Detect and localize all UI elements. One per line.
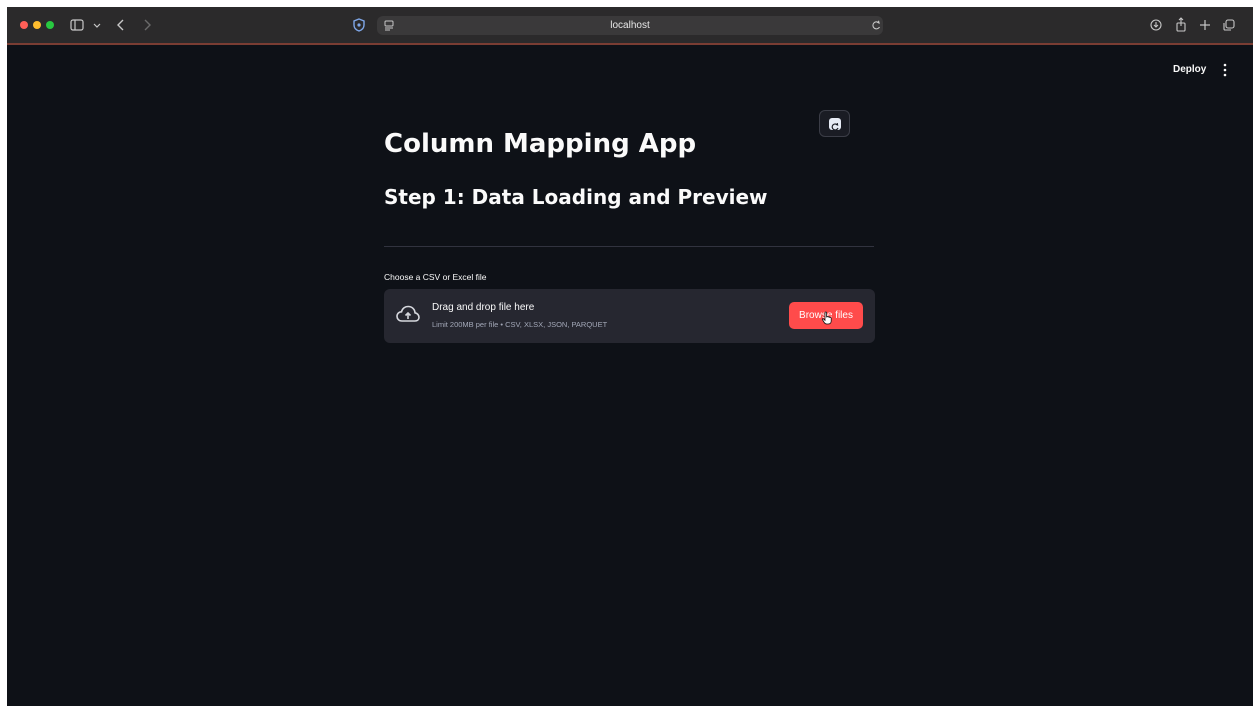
back-icon[interactable] <box>115 16 127 34</box>
divider <box>384 246 874 247</box>
cloud-upload-icon <box>395 303 421 327</box>
download-icon[interactable] <box>1149 16 1163 34</box>
rerun-button[interactable] <box>819 110 850 137</box>
browser-window: localhost Deploy Column Mapping App Step… <box>7 7 1253 706</box>
refresh-icon <box>829 118 841 131</box>
chevron-down-icon[interactable] <box>92 16 102 34</box>
new-tab-icon[interactable] <box>1198 16 1212 34</box>
close-window-button[interactable] <box>20 21 28 29</box>
browser-toolbar: localhost <box>7 7 1253 45</box>
maximize-window-button[interactable] <box>46 21 54 29</box>
file-uploader-label: Choose a CSV or Excel file <box>384 272 487 282</box>
minimize-window-button[interactable] <box>33 21 41 29</box>
kebab-menu-icon[interactable] <box>1219 62 1231 78</box>
hand-cursor-icon <box>821 310 833 325</box>
dropzone-limit-text: Limit 200MB per file • CSV, XLSX, JSON, … <box>432 320 608 329</box>
reload-icon[interactable] <box>870 17 882 35</box>
share-icon[interactable] <box>1174 16 1188 34</box>
url-text: localhost <box>610 20 650 31</box>
shield-icon[interactable] <box>352 16 366 34</box>
address-bar[interactable]: localhost <box>377 16 883 35</box>
sidebar-icon[interactable] <box>69 16 85 34</box>
step-heading: Step 1: Data Loading and Preview <box>384 185 768 209</box>
page-title: Column Mapping App <box>384 129 697 159</box>
file-dropzone[interactable]: Drag and drop file here Limit 200MB per … <box>384 289 875 343</box>
deploy-button[interactable]: Deploy <box>1173 63 1206 77</box>
forward-icon[interactable] <box>141 16 153 34</box>
tabs-icon[interactable] <box>1222 16 1236 34</box>
dropzone-title: Drag and drop file here <box>432 302 535 313</box>
